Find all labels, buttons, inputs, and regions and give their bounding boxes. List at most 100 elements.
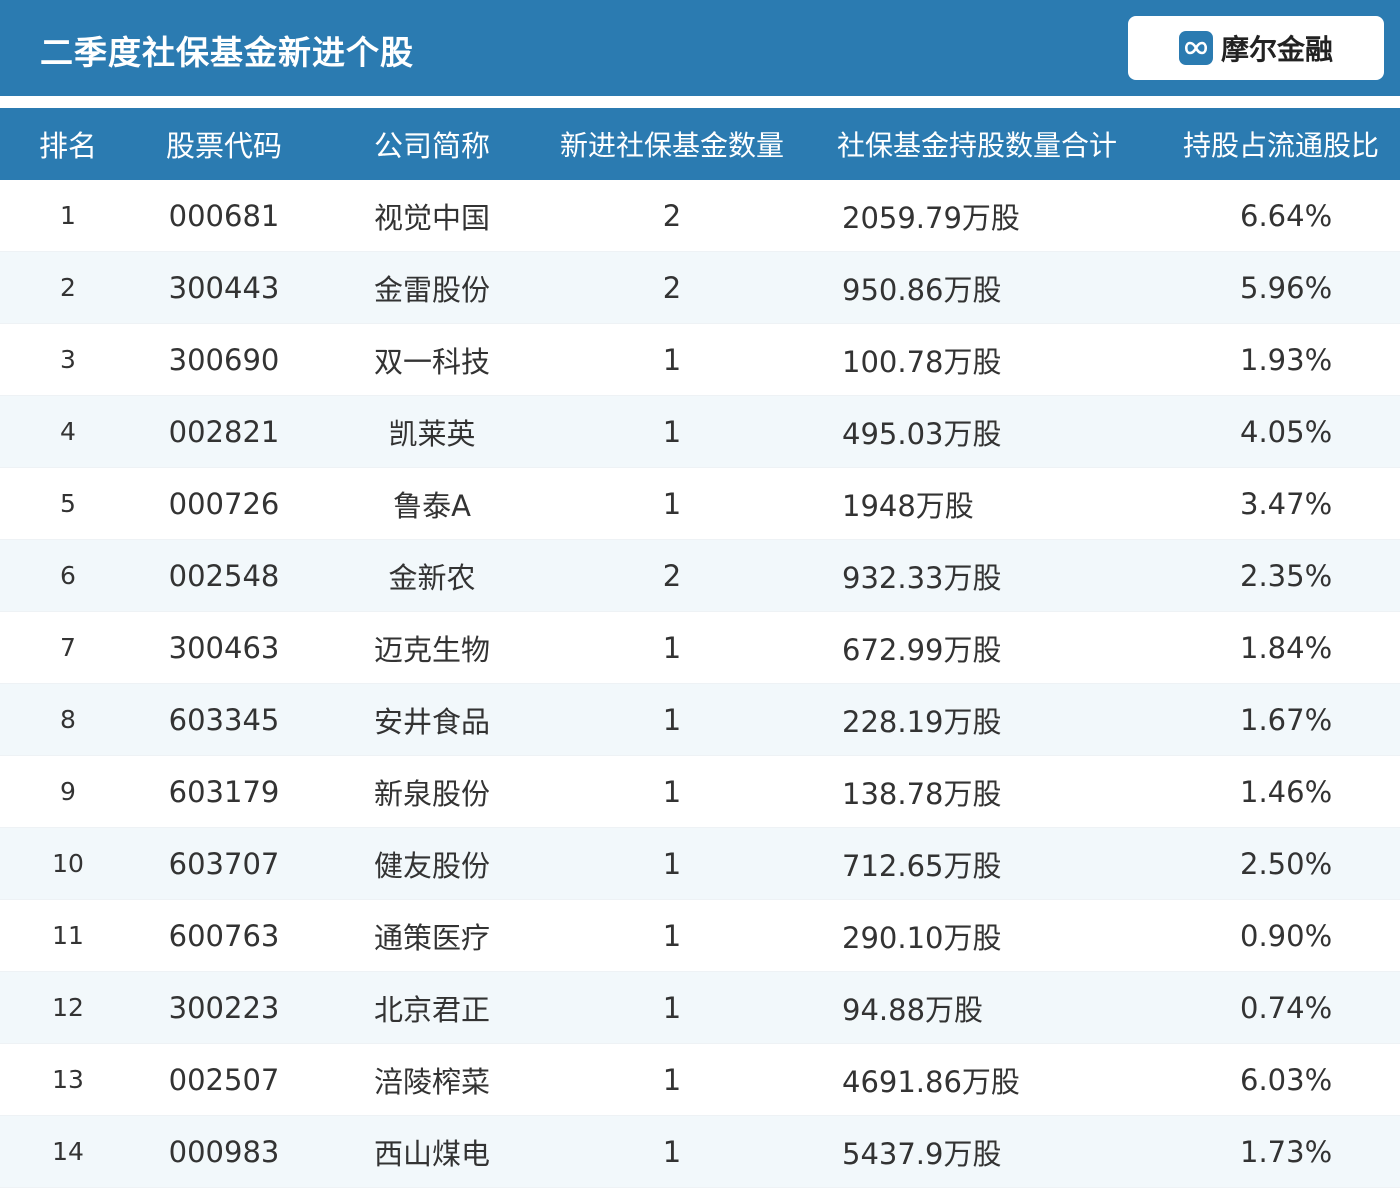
cell-count: 1	[662, 918, 682, 953]
col-header-code: 股票代码	[165, 129, 282, 163]
cell-code: 002507	[168, 1062, 280, 1097]
cell-code: 002821	[168, 414, 280, 449]
cell-rank: 4	[60, 417, 76, 446]
cell-name: 双一科技	[373, 344, 490, 379]
cell-code: 603179	[168, 774, 280, 809]
cell-count: 1	[662, 342, 682, 377]
cell-name: 西山煤电	[373, 1136, 490, 1171]
cell-code: 000681	[168, 198, 280, 233]
cell-total: 228.19万股	[842, 704, 1002, 739]
cell-name: 鲁泰A	[393, 488, 471, 523]
cell-name: 金新农	[388, 560, 476, 595]
cell-rank: 12	[52, 993, 84, 1022]
cell-ratio: 6.03%	[1240, 1062, 1333, 1097]
cell-name: 涪陵榨菜	[373, 1064, 490, 1099]
table-row: 7 300463 迈克生物 1 672.99万股 1.84%	[0, 612, 1400, 684]
cell-name: 视觉中国	[373, 200, 490, 235]
cell-count: 1	[662, 1134, 682, 1169]
cell-ratio: 5.96%	[1240, 270, 1333, 305]
cell-total: 950.86万股	[842, 272, 1002, 307]
cell-ratio: 3.47%	[1240, 486, 1333, 521]
table-row: 11 600763 通策医疗 1 290.10万股 0.90%	[0, 900, 1400, 972]
col-header-rank: 排名	[38, 129, 97, 163]
cell-code: 600763	[168, 918, 280, 953]
header-bar: 二季度社保基金新进个股 摩尔金融	[0, 0, 1400, 96]
table-row: 5 000726 鲁泰A 1 1948万股 3.47%	[0, 468, 1400, 540]
cell-rank: 2	[60, 273, 76, 302]
cell-total: 712.65万股	[842, 848, 1002, 883]
cell-count: 2	[662, 270, 682, 305]
cell-rank: 6	[60, 561, 76, 590]
cell-rank: 1	[60, 201, 76, 230]
cell-name: 凯莱英	[388, 416, 476, 451]
cell-rank: 5	[60, 489, 76, 518]
cell-code: 000983	[168, 1134, 280, 1169]
brand-name: 摩尔金融	[1220, 33, 1333, 66]
cell-ratio: 4.05%	[1240, 414, 1333, 449]
cell-code: 002548	[168, 558, 280, 593]
cell-code: 300690	[168, 342, 280, 377]
cell-count: 1	[662, 702, 682, 737]
cell-code: 603707	[168, 846, 280, 881]
table-row: 3 300690 双一科技 1 100.78万股 1.93%	[0, 324, 1400, 396]
cell-total: 94.88万股	[842, 992, 984, 1027]
cell-count: 1	[662, 630, 682, 665]
cell-code: 300223	[168, 990, 280, 1025]
cell-rank: 11	[52, 921, 84, 950]
cell-count: 1	[662, 414, 682, 449]
cell-count: 1	[662, 1062, 682, 1097]
cell-ratio: 1.46%	[1240, 774, 1333, 809]
cell-total: 2059.79万股	[842, 200, 1020, 235]
cell-total: 138.78万股	[842, 776, 1002, 811]
cell-total: 672.99万股	[842, 632, 1002, 667]
cell-ratio: 2.35%	[1240, 558, 1333, 593]
cell-code: 603345	[168, 702, 280, 737]
cell-rank: 3	[60, 345, 76, 374]
table-row: 13 002507 涪陵榨菜 1 4691.86万股 6.03%	[0, 1044, 1400, 1116]
cell-total: 5437.9万股	[842, 1136, 1002, 1171]
stock-table: 排名 股票代码 公司简称 新进社保基金数量 社保基金持股数量合计 持股占流通股比…	[0, 108, 1400, 1188]
cell-name: 通策医疗	[373, 920, 490, 955]
cell-ratio: 0.90%	[1240, 918, 1333, 953]
brand-logo[interactable]: 摩尔金融	[1128, 16, 1384, 80]
cell-name: 迈克生物	[373, 632, 490, 667]
cell-rank: 13	[52, 1065, 84, 1094]
col-header-total: 社保基金持股数量合计	[836, 129, 1117, 162]
table-row: 4 002821 凯莱英 1 495.03万股 4.05%	[0, 396, 1400, 468]
cell-count: 1	[662, 774, 682, 809]
cell-name: 新泉股份	[373, 776, 490, 811]
cell-total: 932.33万股	[842, 560, 1002, 595]
cell-code: 300443	[168, 270, 280, 305]
col-header-name: 公司简称	[373, 129, 490, 163]
col-header-ratio: 持股占流通股比	[1182, 129, 1379, 162]
cell-count: 1	[662, 486, 682, 521]
cell-count: 2	[662, 558, 682, 593]
cell-total: 1948万股	[842, 488, 974, 523]
cell-count: 1	[662, 846, 682, 881]
cell-code: 000726	[168, 486, 280, 521]
cell-rank: 9	[60, 777, 76, 806]
table-row: 9 603179 新泉股份 1 138.78万股 1.46%	[0, 756, 1400, 828]
table-row: 6 002548 金新农 2 932.33万股 2.35%	[0, 540, 1400, 612]
table-row: 2 300443 金雷股份 2 950.86万股 5.96%	[0, 252, 1400, 324]
cell-ratio: 1.84%	[1240, 630, 1333, 665]
cell-total: 100.78万股	[842, 344, 1002, 379]
cell-name: 北京君正	[373, 992, 490, 1027]
cell-ratio: 0.74%	[1240, 990, 1333, 1025]
table-row: 12 300223 北京君正 1 94.88万股 0.74%	[0, 972, 1400, 1044]
cell-ratio: 1.73%	[1240, 1134, 1333, 1169]
cell-name: 安井食品	[373, 704, 490, 739]
cell-rank: 10	[52, 849, 84, 878]
cell-count: 2	[662, 198, 682, 233]
cell-ratio: 2.50%	[1240, 846, 1333, 881]
cell-count: 1	[662, 990, 682, 1025]
cell-rank: 7	[60, 633, 76, 662]
col-header-count: 新进社保基金数量	[559, 129, 784, 162]
cell-rank: 8	[60, 705, 76, 734]
infinity-icon	[1178, 31, 1213, 65]
cell-total: 4691.86万股	[842, 1064, 1020, 1099]
cell-rank: 14	[52, 1137, 84, 1166]
table-row: 10 603707 健友股份 1 712.65万股 2.50%	[0, 828, 1400, 900]
cell-name: 金雷股份	[373, 272, 490, 307]
page-title: 二季度社保基金新进个股	[40, 33, 414, 72]
